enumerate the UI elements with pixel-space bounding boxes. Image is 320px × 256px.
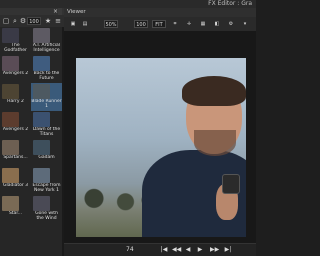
viewer-tab-bar: Viewer <box>64 8 256 17</box>
person-beard <box>194 130 236 156</box>
settings-icon[interactable]: ⚙ <box>19 17 27 25</box>
thumbnail-label: Blade Runner 1 <box>31 99 62 109</box>
panel-menu-icon[interactable] <box>58 8 62 15</box>
play-icon[interactable]: ▶ <box>196 245 204 255</box>
thumbnail-item[interactable]: Avengers 2 <box>0 111 31 139</box>
thumbnail-item[interactable]: Gone with the Wind <box>31 195 62 223</box>
thumbnail-image <box>2 56 19 71</box>
fast-forward-icon[interactable]: ▶▶ <box>210 245 219 255</box>
person-hair <box>182 76 246 106</box>
thumbnail-label: Spartans... <box>3 155 28 160</box>
thumbnail-image <box>2 168 19 183</box>
thumbnail-image <box>33 168 50 183</box>
skip-start-icon[interactable]: |◀ <box>160 245 168 255</box>
split-icon[interactable]: ◧ <box>212 20 222 28</box>
thumbnail-image <box>2 196 19 211</box>
thumbnail-label: Harry 2 <box>7 99 24 104</box>
thumbnail-image <box>2 140 19 155</box>
thumbnail-image <box>33 56 50 71</box>
thumbnail-item[interactable]: Gladiator 3 <box>0 167 31 195</box>
thumbnail-grid: The Godfather A.I. Artificial Intelligen… <box>0 27 62 256</box>
playback-bar: 74 |◀ ◀◀ ◀ ▶ ▶▶ ▶| <box>64 243 256 256</box>
zoom-select[interactable]: 50% <box>104 20 118 28</box>
thumbnail-label: Escape from New York 1 <box>32 183 61 193</box>
options-icon[interactable]: ▾ <box>240 20 250 28</box>
browser-panel: × ▢ ⌕ ⚙ 100 ★ ≡ The Godfather A.I. Artif… <box>0 8 64 256</box>
folder-icon[interactable]: ▢ <box>2 17 10 25</box>
thumbnail-image <box>2 112 19 127</box>
zoom-100-button[interactable]: 100 <box>134 20 148 28</box>
window-title: FX Editor : Gra <box>208 0 252 7</box>
search-icon[interactable]: ⌕ <box>11 17 19 25</box>
thumbnail-image <box>33 196 50 211</box>
thumbnail-label: Gone with the Wind <box>35 211 58 221</box>
thumbnail-item[interactable]: Escape from New York 1 <box>31 167 62 195</box>
thumbnail-item[interactable]: A.I. Artificial Intelligence <box>31 27 62 55</box>
star-icon[interactable]: ★ <box>44 17 52 25</box>
thumbnail-count-input[interactable]: 100 <box>27 17 41 25</box>
viewer-toolbar: ▣ ▤ 50% 100 FIT ⌗ ✛ ▦ ◧ ⚙ ▾ <box>64 17 256 31</box>
browser-panel-header: × <box>0 8 64 15</box>
thumbnail-image <box>33 112 50 127</box>
fit-button[interactable]: FIT <box>152 20 166 28</box>
display-icon[interactable]: ▣ <box>68 20 78 28</box>
tab-viewer[interactable]: Viewer <box>67 8 86 17</box>
thumbnail-label: Gadam <box>38 155 55 160</box>
thumbnail-item-selected[interactable]: Blade Runner 1 <box>31 83 62 111</box>
crop-icon[interactable]: ⌗ <box>170 20 180 28</box>
thumbnail-image <box>33 28 50 43</box>
settings-icon[interactable]: ⚙ <box>226 20 236 28</box>
thumbnail-item[interactable]: Back to the Future <box>31 55 62 83</box>
current-frame[interactable]: 74 <box>126 245 134 255</box>
thumbnail-item[interactable]: The Godfather <box>0 27 31 55</box>
thumbnail-item[interactable]: Star... <box>0 195 31 223</box>
thumbnail-item[interactable]: Dawn of the Titans <box>31 111 62 139</box>
thumbnail-item[interactable]: Gadam <box>31 139 62 167</box>
thumbnail-label: Avengers 2 <box>2 127 29 132</box>
thumbnail-label: Star... <box>8 211 23 216</box>
menu-icon[interactable]: ≡ <box>54 17 62 25</box>
handheld-device <box>222 174 240 194</box>
thumbnail-item[interactable]: Harry 2 <box>0 83 31 111</box>
thumbnail-image <box>2 28 19 43</box>
thumbnail-image <box>33 140 50 155</box>
grid-icon[interactable]: ▦ <box>198 20 208 28</box>
step-back-icon[interactable]: ◀ <box>184 245 192 255</box>
thumbnail-label: The Godfather <box>4 43 27 53</box>
thumbnail-label: Back to the Future <box>33 71 60 81</box>
thumbnail-label: A.I. Artificial Intelligence <box>32 43 61 53</box>
crosshair-icon[interactable]: ✛ <box>184 20 194 28</box>
channels-icon[interactable]: ▤ <box>80 20 90 28</box>
skip-end-icon[interactable]: ▶| <box>224 245 232 255</box>
thumbnail-label: Avengers 2 <box>2 71 29 76</box>
thumbnail-item[interactable]: Spartans... <box>0 139 31 167</box>
thumbnail-image <box>33 84 50 99</box>
browser-toolbar: ▢ ⌕ ⚙ 100 ★ ≡ <box>0 15 64 27</box>
viewer-canvas[interactable] <box>64 31 256 243</box>
thumbnail-item[interactable]: Avengers 2 <box>0 55 31 83</box>
thumbnail-label: Gladiator 3 <box>2 183 29 188</box>
thumbnail-image <box>2 84 19 99</box>
window-title-bar: FX Editor : Gra <box>0 0 256 8</box>
thumbnail-label: Dawn of the Titans <box>32 127 61 137</box>
rewind-icon[interactable]: ◀◀ <box>172 245 181 255</box>
video-frame <box>76 58 246 237</box>
